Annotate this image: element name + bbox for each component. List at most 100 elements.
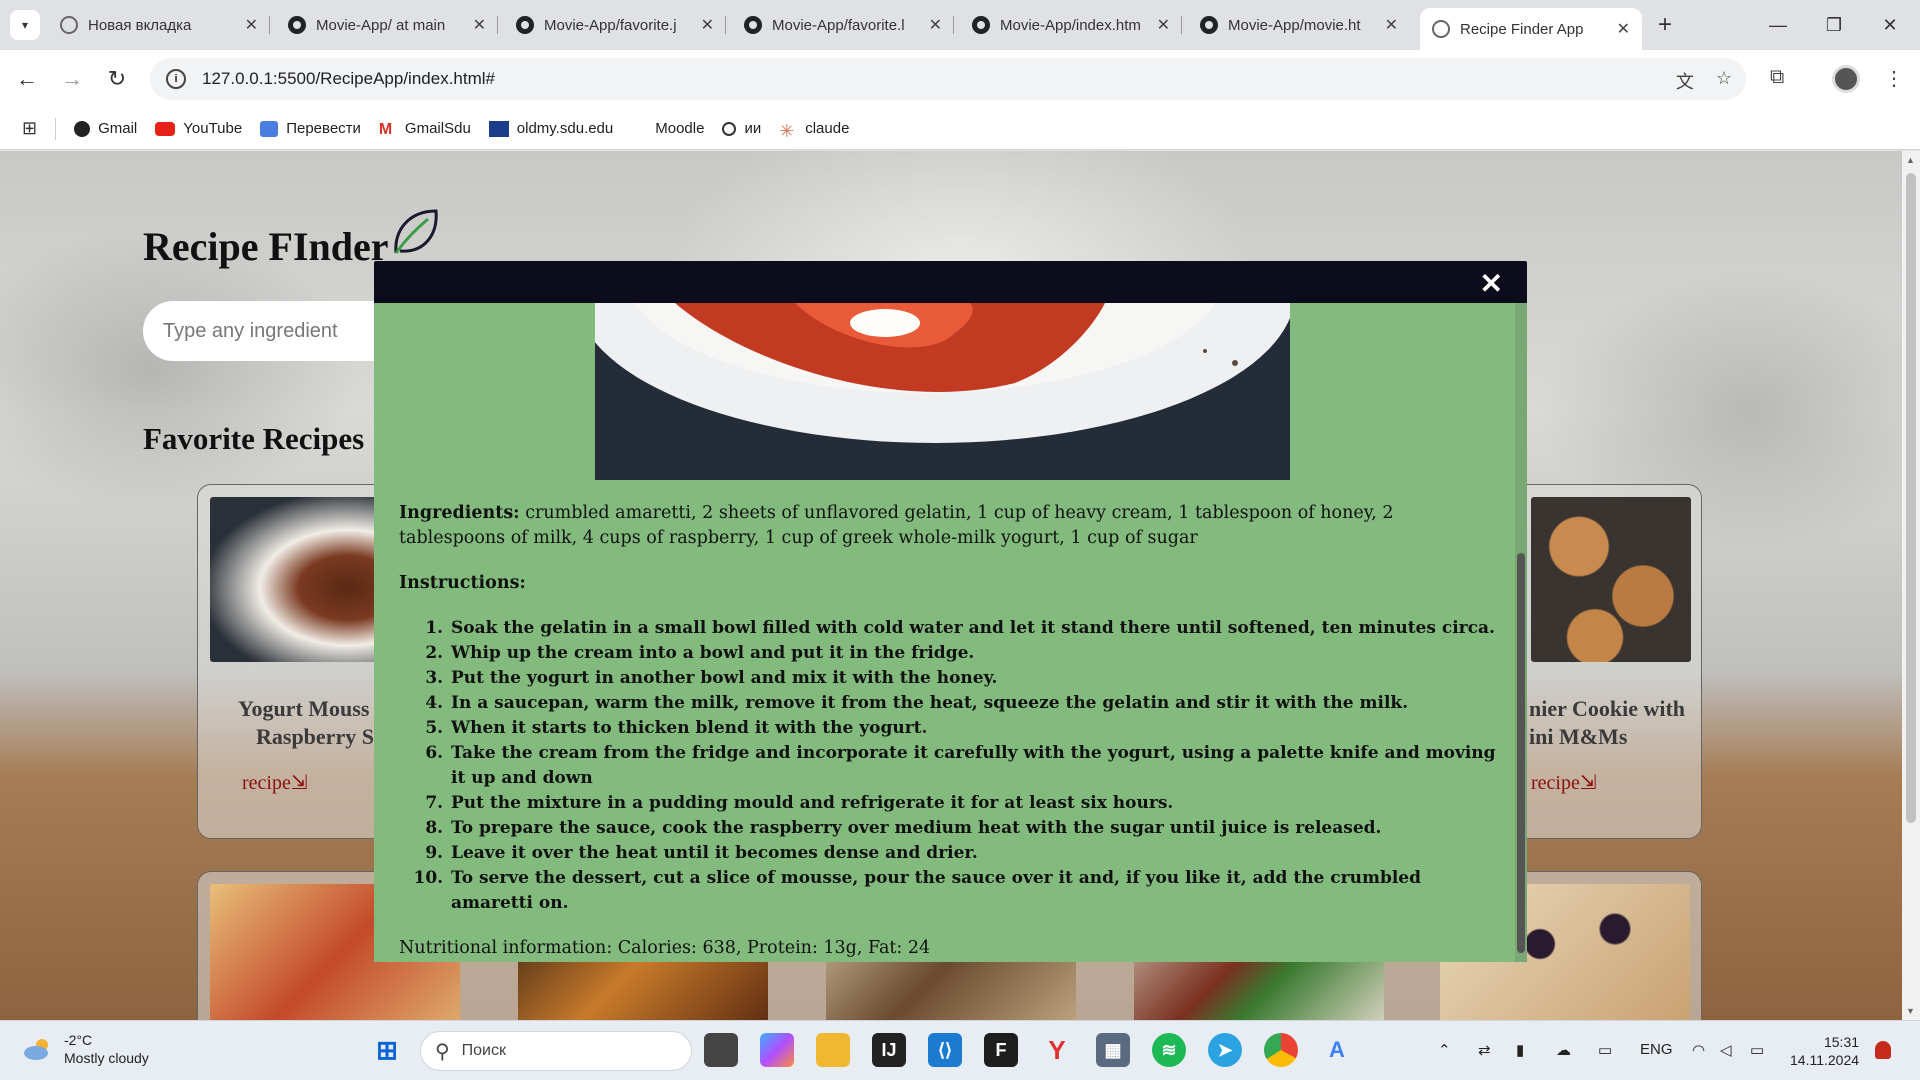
- cloud-sun-icon: [24, 1039, 48, 1060]
- bookmark-gmail[interactable]: Gmail: [74, 120, 137, 137]
- reload-button[interactable]: ↻: [100, 62, 134, 96]
- scrollbar-thumb[interactable]: [1906, 173, 1916, 823]
- avatar[interactable]: [1832, 65, 1860, 93]
- stats-icon[interactable]: ▮: [1516, 1041, 1524, 1059]
- close-tab-icon[interactable]: ✕: [245, 15, 258, 35]
- minimize-button[interactable]: —: [1758, 8, 1798, 42]
- close-tab-icon[interactable]: ✕: [1385, 15, 1398, 35]
- battery-icon[interactable]: ▭: [1750, 1041, 1764, 1059]
- close-tab-icon[interactable]: ✕: [473, 15, 486, 35]
- translate-icon[interactable]: 文: [1676, 68, 1694, 94]
- extensions-icon[interactable]: ⧉: [1770, 66, 1784, 89]
- tab-title: Movie-App/favorite.j: [544, 16, 677, 34]
- bookmark-oldmy-sdu[interactable]: oldmy.sdu.edu: [488, 120, 613, 137]
- scroll-down-icon[interactable]: ▼: [1906, 1006, 1915, 1016]
- copilot-icon[interactable]: [760, 1033, 794, 1067]
- bookmark-moodle[interactable]: Moodle: [655, 120, 704, 137]
- wifi-icon[interactable]: ◠: [1692, 1041, 1705, 1059]
- forward-button[interactable]: →: [55, 62, 89, 96]
- bookmark-translate[interactable]: Перевести: [260, 120, 361, 137]
- spotify-icon[interactable]: ≋: [1152, 1033, 1186, 1067]
- close-tab-icon[interactable]: ✕: [1617, 19, 1630, 39]
- close-tab-icon[interactable]: ✕: [1157, 15, 1170, 35]
- task-view-icon[interactable]: [704, 1033, 738, 1067]
- figma-icon[interactable]: F: [984, 1033, 1018, 1067]
- page-scrollbar[interactable]: ▲ ▼: [1902, 151, 1920, 1020]
- tab-movie-app-main[interactable]: Movie-App/ at main ✕: [276, 8, 498, 42]
- file-explorer-icon[interactable]: [816, 1033, 850, 1067]
- close-window-button[interactable]: ✕: [1870, 8, 1910, 42]
- tab-title: Movie-App/ at main: [316, 16, 446, 34]
- calculator-icon[interactable]: ▦: [1096, 1033, 1130, 1067]
- url-text[interactable]: 127.0.0.1:5500/RecipeApp/index.html#: [202, 69, 495, 89]
- reload-icon: ↻: [107, 66, 127, 91]
- bookmark-youtube[interactable]: YouTube: [155, 120, 242, 137]
- chevron-up-icon[interactable]: ⌃: [1438, 1041, 1451, 1059]
- instruction-step: Leave it over the heat until it becomes …: [449, 841, 1499, 866]
- address-bar[interactable]: i 127.0.0.1:5500/RecipeApp/index.html# 文…: [150, 58, 1746, 100]
- display-icon[interactable]: ▭: [1598, 1041, 1612, 1059]
- bookmarks-bar: ⊞ Gmail YouTube Перевести M GmailSdu old…: [0, 108, 1920, 150]
- globe-icon: [1432, 20, 1450, 38]
- site-info-icon[interactable]: i: [166, 69, 186, 89]
- clock[interactable]: 15:31 14.11.2024: [1790, 1033, 1859, 1069]
- recipe-link[interactable]: recipe⇲: [1531, 770, 1731, 795]
- clock-date: 14.11.2024: [1790, 1052, 1860, 1068]
- sync-icon[interactable]: ⇄: [1478, 1041, 1491, 1059]
- sdu-icon: [488, 120, 509, 137]
- restore-button[interactable]: ❐: [1814, 8, 1854, 42]
- app-store-icon[interactable]: A: [1320, 1033, 1354, 1067]
- recipe-card[interactable]: nier Cookie with ini M&Ms recipe⇲: [1500, 484, 1702, 839]
- windows-start-icon[interactable]: ⊞: [370, 1033, 404, 1067]
- chrome-icon[interactable]: [1264, 1033, 1298, 1067]
- arrow-right-icon: →: [61, 66, 83, 91]
- language-indicator[interactable]: ENG: [1640, 1041, 1673, 1058]
- taskbar-search[interactable]: ⚲ Поиск: [420, 1031, 692, 1071]
- bookmark-claude[interactable]: ✳ claude: [779, 120, 849, 141]
- favorites-title: Favorite Recipes: [143, 421, 365, 456]
- tab-movie-app-index[interactable]: Movie-App/index.htm ✕: [960, 8, 1182, 42]
- recipe-photo: [595, 303, 1290, 480]
- instruction-step: Soak the gelatin in a small bowl filled …: [449, 616, 1499, 641]
- tab-movie-app-movie[interactable]: Movie-App/movie.ht ✕: [1188, 8, 1410, 42]
- close-tab-icon[interactable]: ✕: [929, 15, 942, 35]
- scrollbar-thumb[interactable]: [1517, 553, 1525, 953]
- tab-search-button[interactable]: ▾: [10, 10, 40, 40]
- modal-header: ✕: [374, 261, 1527, 303]
- close-icon[interactable]: ✕: [1480, 267, 1503, 300]
- close-tab-icon[interactable]: ✕: [701, 15, 714, 35]
- tab-title: Recipe Finder App: [1460, 20, 1584, 38]
- instructions-list: Soak the gelatin in a small bowl filled …: [449, 616, 1499, 916]
- tab-movie-app-favorite-html[interactable]: Movie-App/favorite.l ✕: [732, 8, 954, 42]
- notification-bell-icon[interactable]: [1875, 1041, 1891, 1059]
- yandex-icon[interactable]: Y: [1040, 1033, 1074, 1067]
- tab-recipe-finder[interactable]: Recipe Finder App ✕: [1420, 8, 1642, 50]
- tab-title: Movie-App/index.htm: [1000, 16, 1141, 34]
- new-tab-button[interactable]: +: [1650, 10, 1680, 40]
- github-icon: [744, 16, 762, 34]
- tab-movie-app-favorite-js[interactable]: Movie-App/favorite.j ✕: [504, 8, 726, 42]
- volume-icon[interactable]: ◁: [1720, 1041, 1732, 1059]
- arrow-left-icon: ←: [16, 66, 38, 91]
- modal-scrollbar[interactable]: [1515, 303, 1527, 962]
- restore-icon: ❐: [1825, 14, 1843, 35]
- bookmark-ii[interactable]: ии: [722, 120, 761, 137]
- tab-new-tab[interactable]: Новая вкладка ✕: [48, 8, 270, 42]
- back-button[interactable]: ←: [10, 62, 44, 96]
- recipe-image: [1531, 497, 1691, 662]
- weather-widget[interactable]: -2°C Mostly cloudy: [22, 1031, 149, 1067]
- recipe-modal: ✕ Ingredients: crumbled amaretti, 2 shee…: [374, 261, 1527, 962]
- vscode-icon[interactable]: ⟨⟩: [928, 1033, 962, 1067]
- onedrive-icon[interactable]: ☁: [1556, 1041, 1571, 1059]
- instruction-step: Whip up the cream into a bowl and put it…: [449, 641, 1499, 666]
- star-icon[interactable]: ☆: [1716, 68, 1732, 94]
- ingredients-paragraph: Ingredients: crumbled amaretti, 2 sheets…: [399, 501, 1499, 551]
- bookmark-gmailsdu[interactable]: M GmailSdu: [379, 120, 471, 138]
- apps-grid-icon[interactable]: ⊞: [22, 118, 37, 139]
- jetbrains-icon[interactable]: IJ: [872, 1033, 906, 1067]
- tab-strip: ▾ Новая вкладка ✕ Movie-App/ at main ✕ M…: [0, 0, 1920, 50]
- telegram-icon[interactable]: ➤: [1208, 1033, 1242, 1067]
- menu-icon[interactable]: ⋮: [1884, 66, 1904, 91]
- claude-icon: ✳: [779, 120, 795, 141]
- scroll-up-icon[interactable]: ▲: [1906, 155, 1915, 165]
